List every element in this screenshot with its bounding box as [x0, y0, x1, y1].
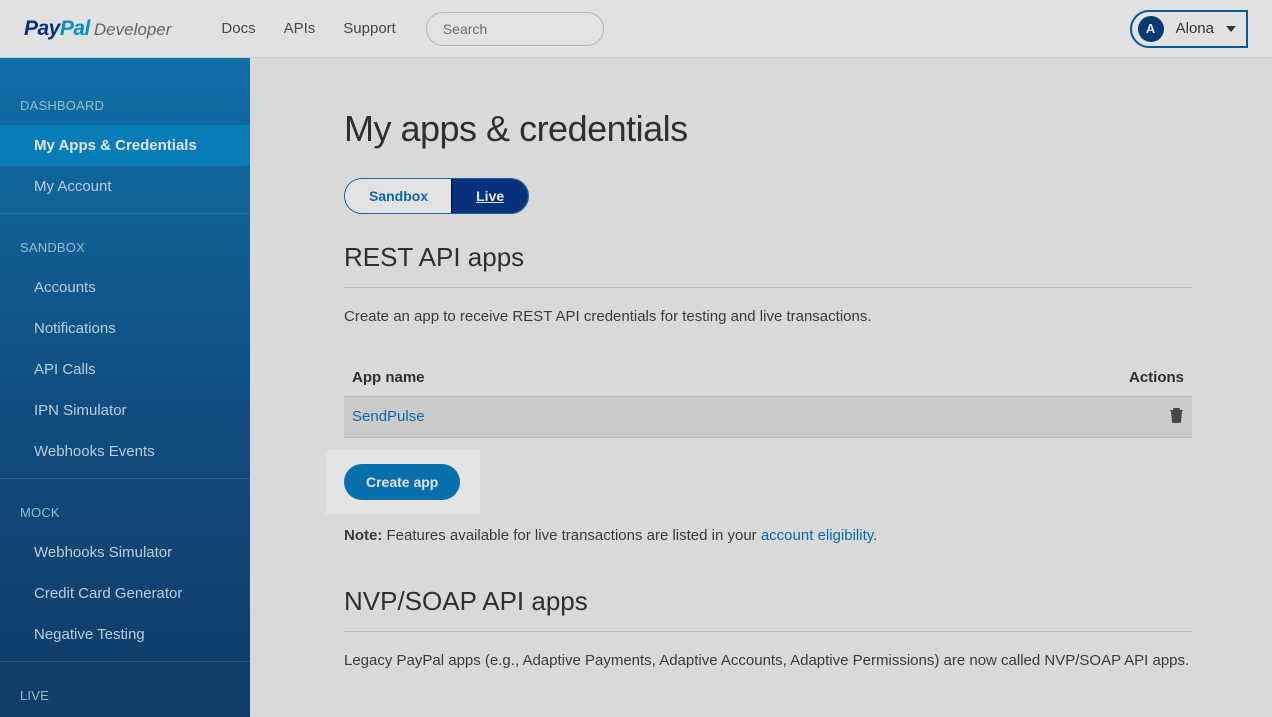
- note-body: Features available for live transactions…: [382, 527, 761, 544]
- sidebar-item-webhooks-simulator[interactable]: Webhooks Simulator: [0, 532, 250, 573]
- sidebar-heading-sandbox: SANDBOX: [0, 220, 250, 267]
- col-app-name: App name: [344, 359, 815, 397]
- top-nav: Docs APIs Support: [221, 20, 395, 37]
- nav-apis[interactable]: APIs: [284, 20, 316, 37]
- account-eligibility-link[interactable]: account eligibility: [761, 527, 873, 544]
- chevron-down-icon: [1226, 26, 1236, 32]
- sidebar-heading-dashboard: DASHBOARD: [0, 78, 250, 125]
- main-content: My apps & credentials Sandbox Live REST …: [250, 58, 1272, 717]
- sidebar-item-my-account[interactable]: My Account: [0, 166, 250, 207]
- sidebar-item-credit-card-generator[interactable]: Credit Card Generator: [0, 573, 250, 614]
- note-suffix: .: [873, 527, 877, 544]
- toggle-sandbox[interactable]: Sandbox: [345, 179, 452, 213]
- sidebar-heading-mock: MOCK: [0, 485, 250, 532]
- note-text: Note: Features available for live transa…: [344, 524, 1192, 548]
- logo-part-1: Pay: [24, 17, 60, 40]
- avatar: A: [1138, 16, 1164, 42]
- search-input[interactable]: [426, 12, 604, 46]
- rest-api-desc: Create an app to receive REST API creden…: [344, 306, 1192, 329]
- sidebar-item-ipn-simulator[interactable]: IPN Simulator: [0, 390, 250, 431]
- logo-part-2: Pal: [60, 17, 90, 40]
- sidebar: DASHBOARD My Apps & Credentials My Accou…: [0, 58, 250, 717]
- env-toggle: Sandbox Live: [344, 178, 529, 214]
- create-app-button[interactable]: Create app: [344, 464, 460, 500]
- create-app-highlight: Create app: [326, 450, 480, 514]
- col-actions: Actions: [815, 359, 1192, 397]
- top-header: PayPal Developer Docs APIs Support A Alo…: [0, 0, 1272, 58]
- sidebar-divider: [0, 661, 250, 662]
- nav-support[interactable]: Support: [343, 20, 396, 37]
- nav-docs[interactable]: Docs: [221, 20, 255, 37]
- toggle-live[interactable]: Live: [452, 179, 528, 213]
- sidebar-divider: [0, 213, 250, 214]
- sidebar-item-notifications[interactable]: Notifications: [0, 308, 250, 349]
- table-row: SendPulse: [344, 396, 1192, 437]
- page-title: My apps & credentials: [344, 108, 1192, 150]
- sidebar-divider: [0, 478, 250, 479]
- app-link-sendpulse[interactable]: SendPulse: [352, 408, 425, 425]
- apps-table: App name Actions SendPulse: [344, 359, 1192, 438]
- sidebar-heading-live: LIVE: [0, 668, 250, 715]
- nvp-soap-desc: Legacy PayPal apps (e.g., Adaptive Payme…: [344, 650, 1192, 673]
- user-menu[interactable]: A Alona: [1130, 10, 1248, 48]
- search-wrap: [426, 12, 604, 46]
- sidebar-item-my-apps[interactable]: My Apps & Credentials: [0, 125, 250, 166]
- logo[interactable]: PayPal Developer: [24, 17, 171, 41]
- sidebar-item-webhooks-events[interactable]: Webhooks Events: [0, 431, 250, 472]
- sidebar-item-api-calls[interactable]: API Calls: [0, 349, 250, 390]
- trash-icon[interactable]: [1169, 407, 1184, 427]
- user-name: Alona: [1176, 20, 1214, 37]
- rest-api-title: REST API apps: [344, 242, 1192, 288]
- logo-mark: PayPal: [24, 17, 90, 41]
- note-prefix: Note:: [344, 527, 382, 544]
- sidebar-item-accounts[interactable]: Accounts: [0, 267, 250, 308]
- nvp-soap-title: NVP/SOAP API apps: [344, 586, 1192, 632]
- logo-suffix: Developer: [94, 20, 172, 40]
- sidebar-item-negative-testing[interactable]: Negative Testing: [0, 614, 250, 655]
